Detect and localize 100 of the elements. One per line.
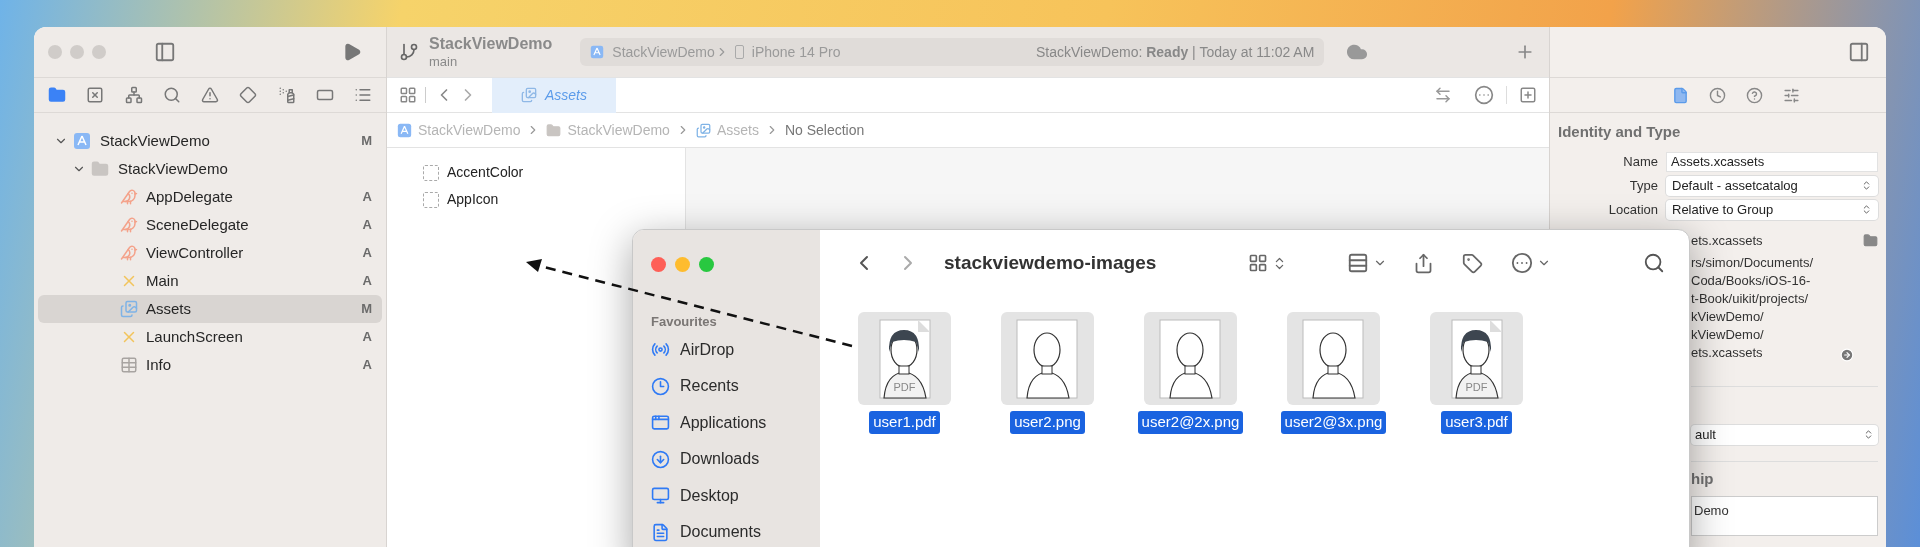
file-name[interactable]: user2@3x.png xyxy=(1280,411,1387,434)
app-project-icon xyxy=(73,132,91,150)
sidebar-item[interactable]: Documents xyxy=(680,520,761,545)
file-name: AppDelegate xyxy=(146,186,233,207)
file-name: ViewController xyxy=(146,242,244,263)
sidebar-item[interactable]: Recents xyxy=(680,374,739,399)
navigator-row[interactable]: StackViewDemo xyxy=(38,155,382,183)
build-status: StackViewDemo: Ready | Today at 11:02 AM xyxy=(1035,42,1315,62)
window-title: stackviewdemo-images xyxy=(944,250,1157,275)
app-project-icon xyxy=(590,45,605,59)
asset-name[interactable]: AppIcon xyxy=(447,189,499,210)
file-name: StackViewDemo xyxy=(100,130,210,151)
table-icon xyxy=(120,356,138,374)
file-name[interactable]: user2@2x.png xyxy=(1137,411,1244,434)
file-name: ets.xcassets xyxy=(1691,231,1764,250)
navigator-row[interactable]: Main A xyxy=(38,267,382,295)
status-letter: A xyxy=(362,244,372,263)
swift-bird-icon xyxy=(120,216,138,234)
navigator-row[interactable]: StackViewDemo M xyxy=(38,127,382,155)
clock-icon[interactable] xyxy=(1709,86,1726,104)
swift-bird-icon xyxy=(120,188,138,206)
navigator-row[interactable]: Assets M xyxy=(38,295,382,323)
file-name[interactable]: user3.pdf xyxy=(1441,411,1512,434)
images-icon xyxy=(120,300,138,318)
path-line: Coda/Books/iOS-16- xyxy=(1691,271,1812,290)
search-icon[interactable] xyxy=(1643,252,1665,274)
phone-icon xyxy=(734,45,744,59)
tag-icon[interactable] xyxy=(1462,252,1484,274)
warning-icon[interactable] xyxy=(201,86,219,104)
navigator-row[interactable]: AppDelegate A xyxy=(38,183,382,211)
field-label: Name xyxy=(1622,152,1658,171)
file-icon[interactable] xyxy=(1672,86,1689,104)
folder-icon[interactable] xyxy=(1863,233,1878,248)
grid-view-icon[interactable] xyxy=(1248,253,1269,273)
group-icon[interactable] xyxy=(1347,252,1370,274)
swap-icon[interactable] xyxy=(1434,86,1452,104)
play-icon[interactable] xyxy=(342,42,362,62)
section-title: Identity and Type xyxy=(1558,122,1682,142)
inspector-toggle-icon[interactable] xyxy=(1848,41,1870,63)
status-letter: A xyxy=(362,356,372,375)
path-line: kViewDemo/ xyxy=(1691,307,1765,326)
file-name: SceneDelegate xyxy=(146,214,249,235)
path-line: rs/simon/Documents/ xyxy=(1691,253,1814,272)
monitor-icon xyxy=(651,486,670,506)
more-icon[interactable] xyxy=(1511,252,1534,274)
more-icon[interactable] xyxy=(1474,85,1494,105)
navigator-row[interactable]: ViewController A xyxy=(38,239,382,267)
sidebar-item[interactable]: Applications xyxy=(680,410,767,435)
path-line: ets.xcassets xyxy=(1691,343,1764,362)
folder-icon xyxy=(546,122,562,138)
close-button[interactable] xyxy=(651,257,666,272)
popup-button[interactable]: Default - assetcatalog xyxy=(1666,175,1878,196)
document-icon xyxy=(651,522,670,542)
list-icon[interactable] xyxy=(354,86,372,104)
folder-icon[interactable] xyxy=(48,86,66,104)
empty-asset-icon xyxy=(423,191,439,208)
project-title: StackViewDemo xyxy=(429,33,553,54)
add-editor-icon[interactable] xyxy=(1519,86,1537,104)
file-name[interactable]: user1.pdf xyxy=(869,411,940,434)
download-icon xyxy=(651,449,670,469)
field-label: Type xyxy=(1628,176,1658,195)
name-field[interactable]: Assets.xcassets xyxy=(1666,151,1878,172)
popup-button[interactable]: Relative to Group xyxy=(1666,199,1878,220)
sidebar-item[interactable]: AirDrop xyxy=(680,337,735,362)
status-letter: A xyxy=(362,272,372,291)
breadcrumb-item[interactable]: No Selection xyxy=(784,119,865,141)
empty-asset-icon xyxy=(423,164,439,181)
path-line: kViewDemo/ xyxy=(1691,325,1765,344)
status-letter: A xyxy=(362,328,372,347)
navigator-row[interactable]: SceneDelegate A xyxy=(38,211,382,239)
hierarchy-icon[interactable] xyxy=(124,86,143,104)
sidebar-item[interactable]: Downloads xyxy=(680,447,760,472)
popup-button[interactable]: ault xyxy=(1691,424,1878,445)
spray-can-icon[interactable] xyxy=(277,86,296,104)
sidebar-item[interactable]: Desktop xyxy=(680,483,739,508)
folder-icon xyxy=(91,160,109,178)
file-type-label: PDF xyxy=(892,379,917,395)
diamond-icon[interactable] xyxy=(239,86,258,104)
app-window-icon xyxy=(651,413,670,433)
asset-name[interactable]: AccentColor xyxy=(447,162,524,183)
file-name[interactable]: user2.png xyxy=(1010,411,1085,434)
text-area[interactable]: Demo xyxy=(1691,496,1878,536)
navigator-row[interactable]: Info A xyxy=(38,351,382,379)
grid-icon[interactable] xyxy=(399,86,417,104)
square-x-icon[interactable] xyxy=(86,86,105,104)
images-icon xyxy=(521,87,537,103)
search-icon[interactable] xyxy=(162,86,181,104)
sliders-icon[interactable] xyxy=(1783,86,1800,104)
sidebar-heading: Favourites xyxy=(651,313,718,331)
file-name: LaunchScreen xyxy=(146,326,243,347)
stepper-icon xyxy=(1861,180,1872,191)
status-letter: A xyxy=(362,188,372,207)
path-line: t-Book/uikit/projects/ xyxy=(1691,289,1810,308)
navigator-row[interactable]: LaunchScreen A xyxy=(38,323,382,351)
images-icon xyxy=(695,122,711,138)
file-type-label: PDF xyxy=(1464,379,1489,395)
help-icon[interactable] xyxy=(1746,86,1763,104)
branch-icon[interactable] xyxy=(399,42,419,62)
sidebar-toggle-icon[interactable] xyxy=(154,41,176,63)
file-name: Assets xyxy=(146,298,191,319)
